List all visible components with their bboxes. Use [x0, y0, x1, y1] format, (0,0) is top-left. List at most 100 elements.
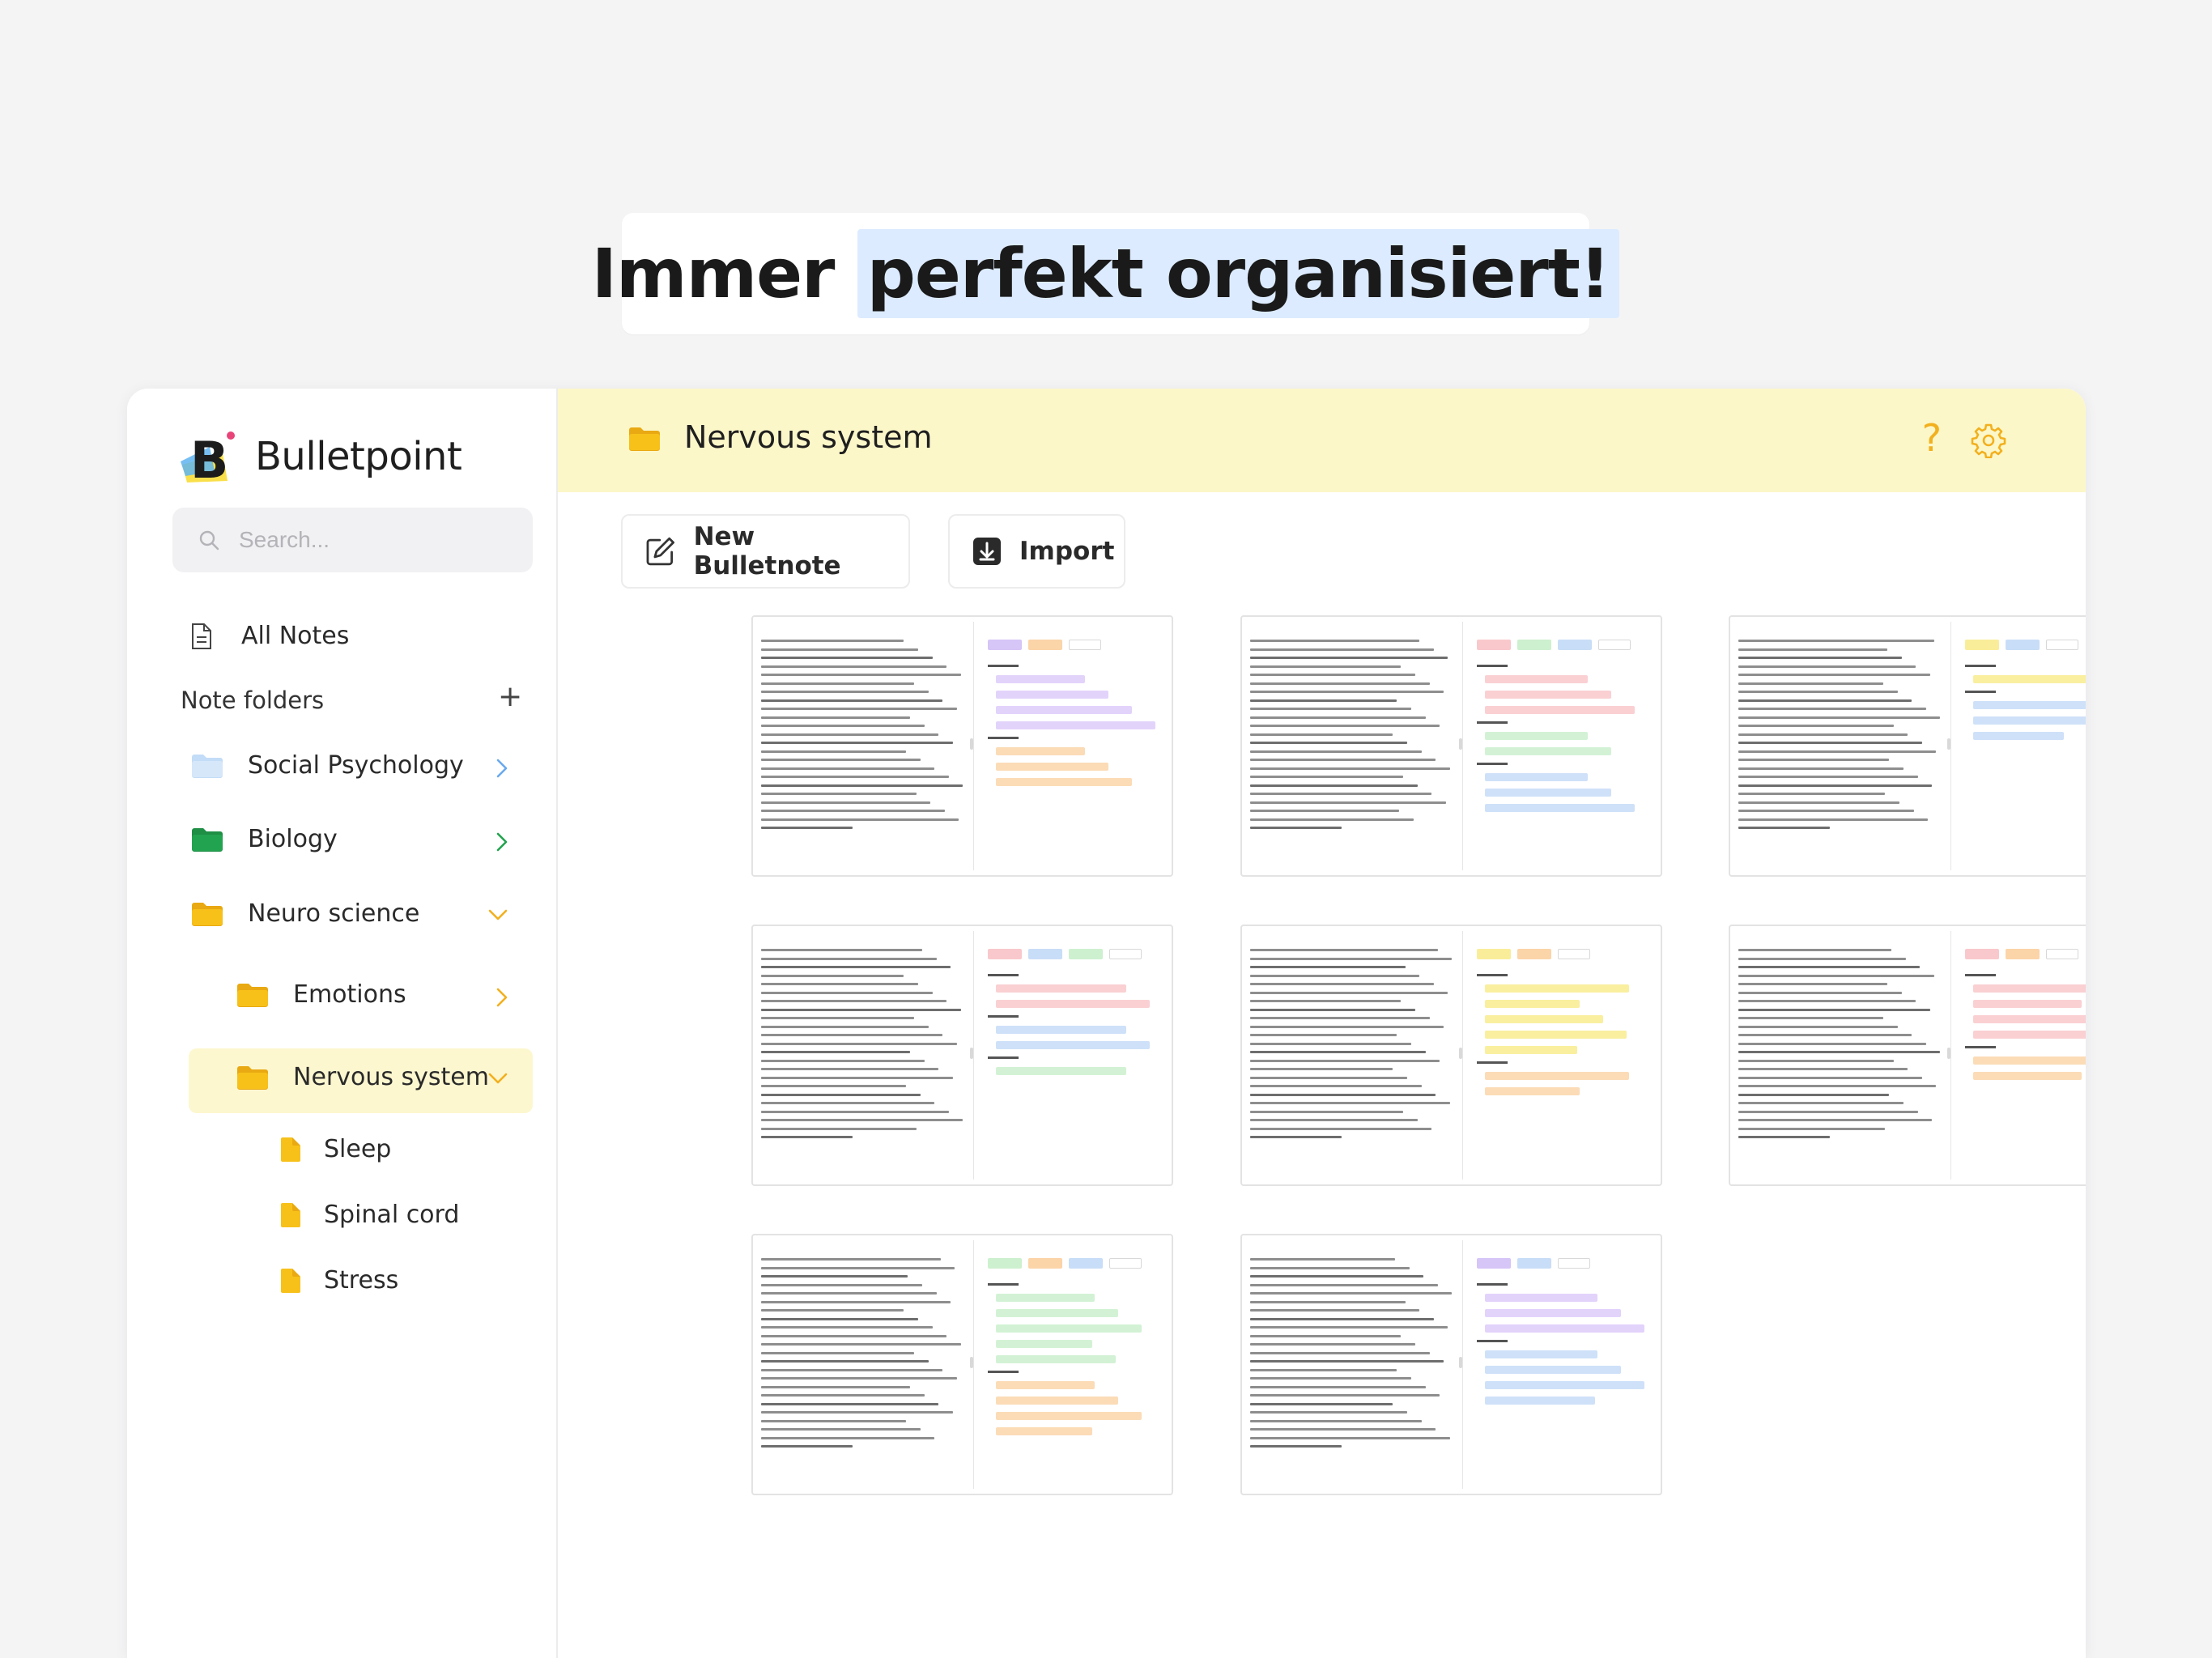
card-scroll-handle[interactable]: [1459, 738, 1462, 750]
note-label: Stress: [324, 1266, 399, 1295]
tag-chip[interactable]: [988, 1258, 1022, 1269]
bullet-item: [1973, 1031, 2086, 1039]
bullet-item: [996, 1412, 1142, 1420]
import-button[interactable]: Import: [948, 514, 1125, 589]
bullet-item: [996, 1067, 1126, 1075]
section-heading: [988, 1283, 1019, 1286]
note-card[interactable]: [751, 1234, 1173, 1495]
note-card[interactable]: [1240, 925, 1662, 1186]
tag-chip[interactable]: [1558, 640, 1592, 650]
tag-chip[interactable]: [1069, 1258, 1103, 1269]
folder-neuro-science[interactable]: Neuro science: [191, 899, 531, 928]
tag-chip[interactable]: [1069, 640, 1101, 650]
section-heading: [988, 1371, 1019, 1373]
tag-chip[interactable]: [1965, 640, 1999, 650]
note-item-sleep[interactable]: Sleep: [280, 1135, 391, 1163]
new-bulletnote-label: New Bulletnote: [693, 522, 841, 580]
bullet-outline-preview: [1965, 640, 2086, 747]
note-card[interactable]: [1240, 1234, 1662, 1495]
tag-chip[interactable]: [1965, 949, 1999, 959]
folder-icon: [192, 902, 223, 926]
note-text-preview: [1250, 949, 1454, 1145]
add-folder-button[interactable]: +: [498, 680, 522, 713]
bullet-item: [1973, 701, 2086, 709]
tag-chip[interactable]: [1109, 1258, 1142, 1269]
note-item-spinal-cord[interactable]: Spinal cord: [280, 1201, 459, 1229]
tag-chip[interactable]: [2006, 640, 2040, 650]
tag-chip[interactable]: [1477, 949, 1511, 959]
tag-chip[interactable]: [2046, 949, 2078, 959]
card-scroll-handle[interactable]: [970, 1357, 973, 1368]
tag-chip[interactable]: [1028, 1258, 1062, 1269]
app-logo[interactable]: B Bulletpoint: [181, 429, 462, 490]
folder-icon: [192, 827, 223, 852]
chevron-down-icon[interactable]: [487, 1071, 508, 1086]
bullet-item: [996, 1355, 1116, 1363]
import-label: Import: [1019, 537, 1115, 566]
note-item-stress[interactable]: Stress: [280, 1266, 398, 1295]
tag-chip[interactable]: [2006, 949, 2040, 959]
search-box[interactable]: [172, 508, 533, 572]
note-text-preview: [761, 949, 965, 1145]
note-file-icon: [281, 1137, 300, 1162]
folder-nervous-system[interactable]: Nervous system: [236, 1063, 531, 1091]
tag-chip[interactable]: [1517, 640, 1551, 650]
section-heading: [1965, 1046, 1996, 1048]
card-scroll-handle[interactable]: [970, 738, 973, 750]
folder-social-psychology[interactable]: Social Psychology: [191, 751, 531, 780]
bullet-item: [996, 1427, 1092, 1435]
card-scroll-handle[interactable]: [1947, 1048, 1950, 1059]
tag-chip[interactable]: [1598, 640, 1631, 650]
bullet-item: [1485, 1031, 1627, 1039]
bullet-item: [996, 984, 1126, 993]
tag-chip[interactable]: [1028, 640, 1062, 650]
search-input[interactable]: [237, 526, 508, 554]
chevron-right-icon[interactable]: [495, 758, 509, 779]
gear-icon[interactable]: [1971, 423, 2006, 458]
section-heading: [988, 1015, 1019, 1018]
note-text-preview: [1738, 949, 1942, 1145]
card-divider: [1462, 931, 1463, 1180]
tag-chip[interactable]: [1477, 640, 1511, 650]
section-heading: [1477, 721, 1508, 724]
help-icon[interactable]: ?: [1922, 416, 1942, 460]
tag-chip[interactable]: [1069, 949, 1103, 959]
tag-chip[interactable]: [988, 640, 1022, 650]
card-scroll-handle[interactable]: [970, 1048, 973, 1059]
note-card[interactable]: [1729, 925, 2086, 1186]
tag-chip[interactable]: [1558, 949, 1590, 959]
tag-chip[interactable]: [1517, 1258, 1551, 1269]
folder-label: Nervous system: [293, 1063, 489, 1091]
folder-label: Neuro science: [248, 899, 420, 928]
folder-emotions[interactable]: Emotions: [236, 980, 531, 1009]
card-scroll-handle[interactable]: [1459, 1048, 1462, 1059]
new-bulletnote-button[interactable]: New Bulletnote: [621, 514, 910, 589]
tag-chip[interactable]: [1109, 949, 1142, 959]
note-card[interactable]: [751, 615, 1173, 877]
tag-chip[interactable]: [1477, 1258, 1511, 1269]
bullet-item: [996, 1000, 1150, 1008]
bullet-item: [1973, 1000, 2082, 1008]
tag-chip[interactable]: [2046, 640, 2078, 650]
card-scroll-handle[interactable]: [1459, 1357, 1462, 1368]
headline-highlight: perfekt organisiert!: [857, 229, 1620, 318]
card-divider: [1462, 1240, 1463, 1489]
all-notes-item[interactable]: All Notes: [191, 622, 349, 650]
tag-chip[interactable]: [1517, 949, 1551, 959]
chevron-right-icon[interactable]: [495, 831, 509, 852]
card-scroll-handle[interactable]: [1947, 738, 1950, 750]
tag-chip[interactable]: [988, 949, 1022, 959]
chevron-down-icon[interactable]: [487, 908, 508, 922]
tag-row: [988, 640, 1162, 650]
tag-chip[interactable]: [1558, 1258, 1590, 1269]
chevron-right-icon[interactable]: [495, 987, 509, 1008]
note-card[interactable]: [751, 925, 1173, 1186]
tag-chip[interactable]: [1028, 949, 1062, 959]
note-card[interactable]: [1240, 615, 1662, 877]
tag-row: [1477, 949, 1651, 959]
section-heading: [1477, 1061, 1508, 1064]
folder-biology[interactable]: Biology: [191, 825, 531, 853]
bullet-item: [996, 747, 1085, 755]
tag-row: [1477, 640, 1651, 650]
note-card[interactable]: [1729, 615, 2086, 877]
